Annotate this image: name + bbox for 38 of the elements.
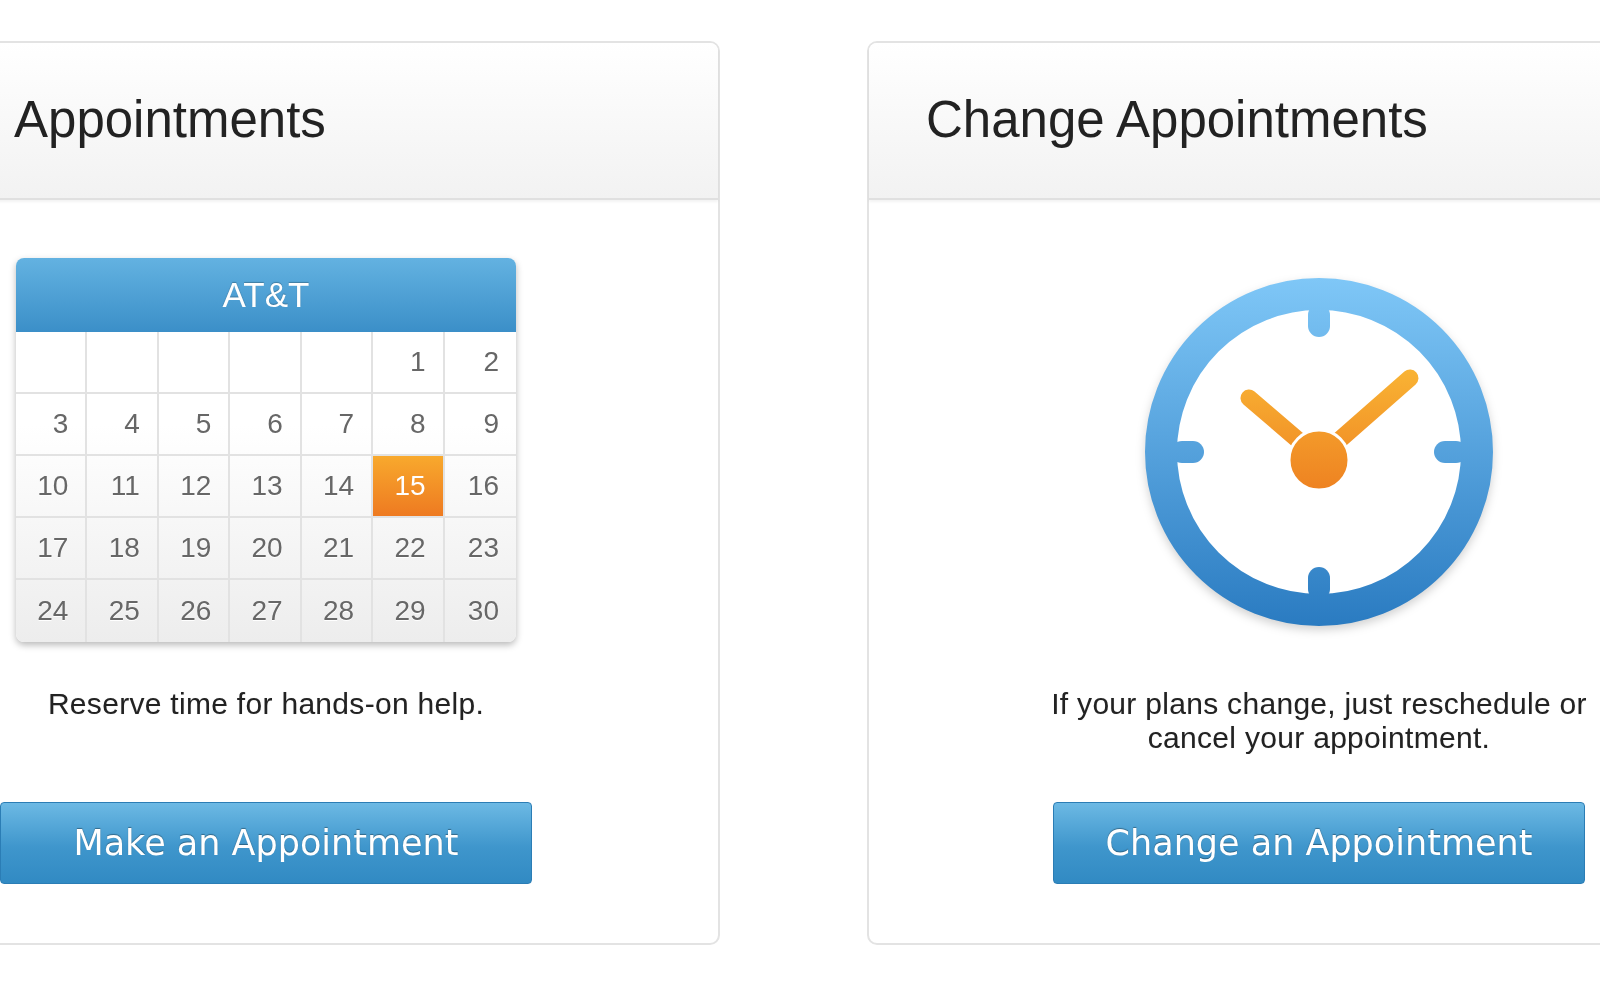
calendar-day[interactable]: 28 (301, 580, 374, 642)
calendar-day[interactable]: 22 (373, 518, 445, 580)
calendar-day[interactable]: 11 (87, 456, 159, 518)
calendar-day[interactable]: 12 (158, 456, 231, 518)
appointment-button[interactable]: Change an Appointment (1053, 802, 1585, 884)
calendar-day[interactable]: 5 (158, 394, 231, 456)
calendar-day[interactable]: 13 (230, 456, 302, 518)
calendar-day[interactable]: 16 (444, 456, 516, 518)
clock-icon (1145, 278, 1493, 626)
calendar-day[interactable]: 1 (373, 332, 445, 394)
empty-day-cell (87, 332, 159, 394)
calendar-day[interactable]: 20 (230, 518, 302, 580)
calendar-day[interactable]: 23 (444, 518, 516, 580)
card-description: If your plans change, just reschedule or cancel your appointment. (1050, 687, 1588, 755)
calendar-day[interactable]: 4 (87, 394, 159, 456)
calendar-day[interactable]: 17 (16, 518, 88, 580)
calendar-day[interactable]: 7 (301, 394, 374, 456)
calendar-day[interactable]: 26 (158, 580, 231, 642)
calendar-day[interactable]: 3 (16, 394, 88, 456)
calendar-day[interactable]: 6 (230, 394, 302, 456)
card-title: Change Appointments (926, 91, 1428, 150)
calendar-header: AT&T (16, 258, 516, 332)
calendar-day[interactable]: 10 (16, 456, 88, 518)
calendar-day[interactable]: 19 (158, 518, 231, 580)
calendar-day[interactable]: 9 (444, 394, 516, 456)
empty-day-cell (230, 332, 302, 394)
appointment-button[interactable]: Make an Appointment (0, 802, 532, 884)
calendar-day[interactable]: 21 (301, 518, 374, 580)
card-title: Appointments (14, 91, 326, 150)
empty-day-cell (16, 332, 88, 394)
calendar-day[interactable]: 27 (230, 580, 302, 642)
calendar-day[interactable]: 30 (444, 580, 516, 642)
calendar-day[interactable]: 25 (87, 580, 159, 642)
card-description: Reserve time for hands-on help. (47, 687, 485, 721)
calendar-day[interactable]: 2 (444, 332, 516, 394)
calendar-day[interactable]: 18 (87, 518, 159, 580)
calendar-day[interactable]: 29 (373, 580, 445, 642)
calendar-day[interactable]: 24 (16, 580, 88, 642)
